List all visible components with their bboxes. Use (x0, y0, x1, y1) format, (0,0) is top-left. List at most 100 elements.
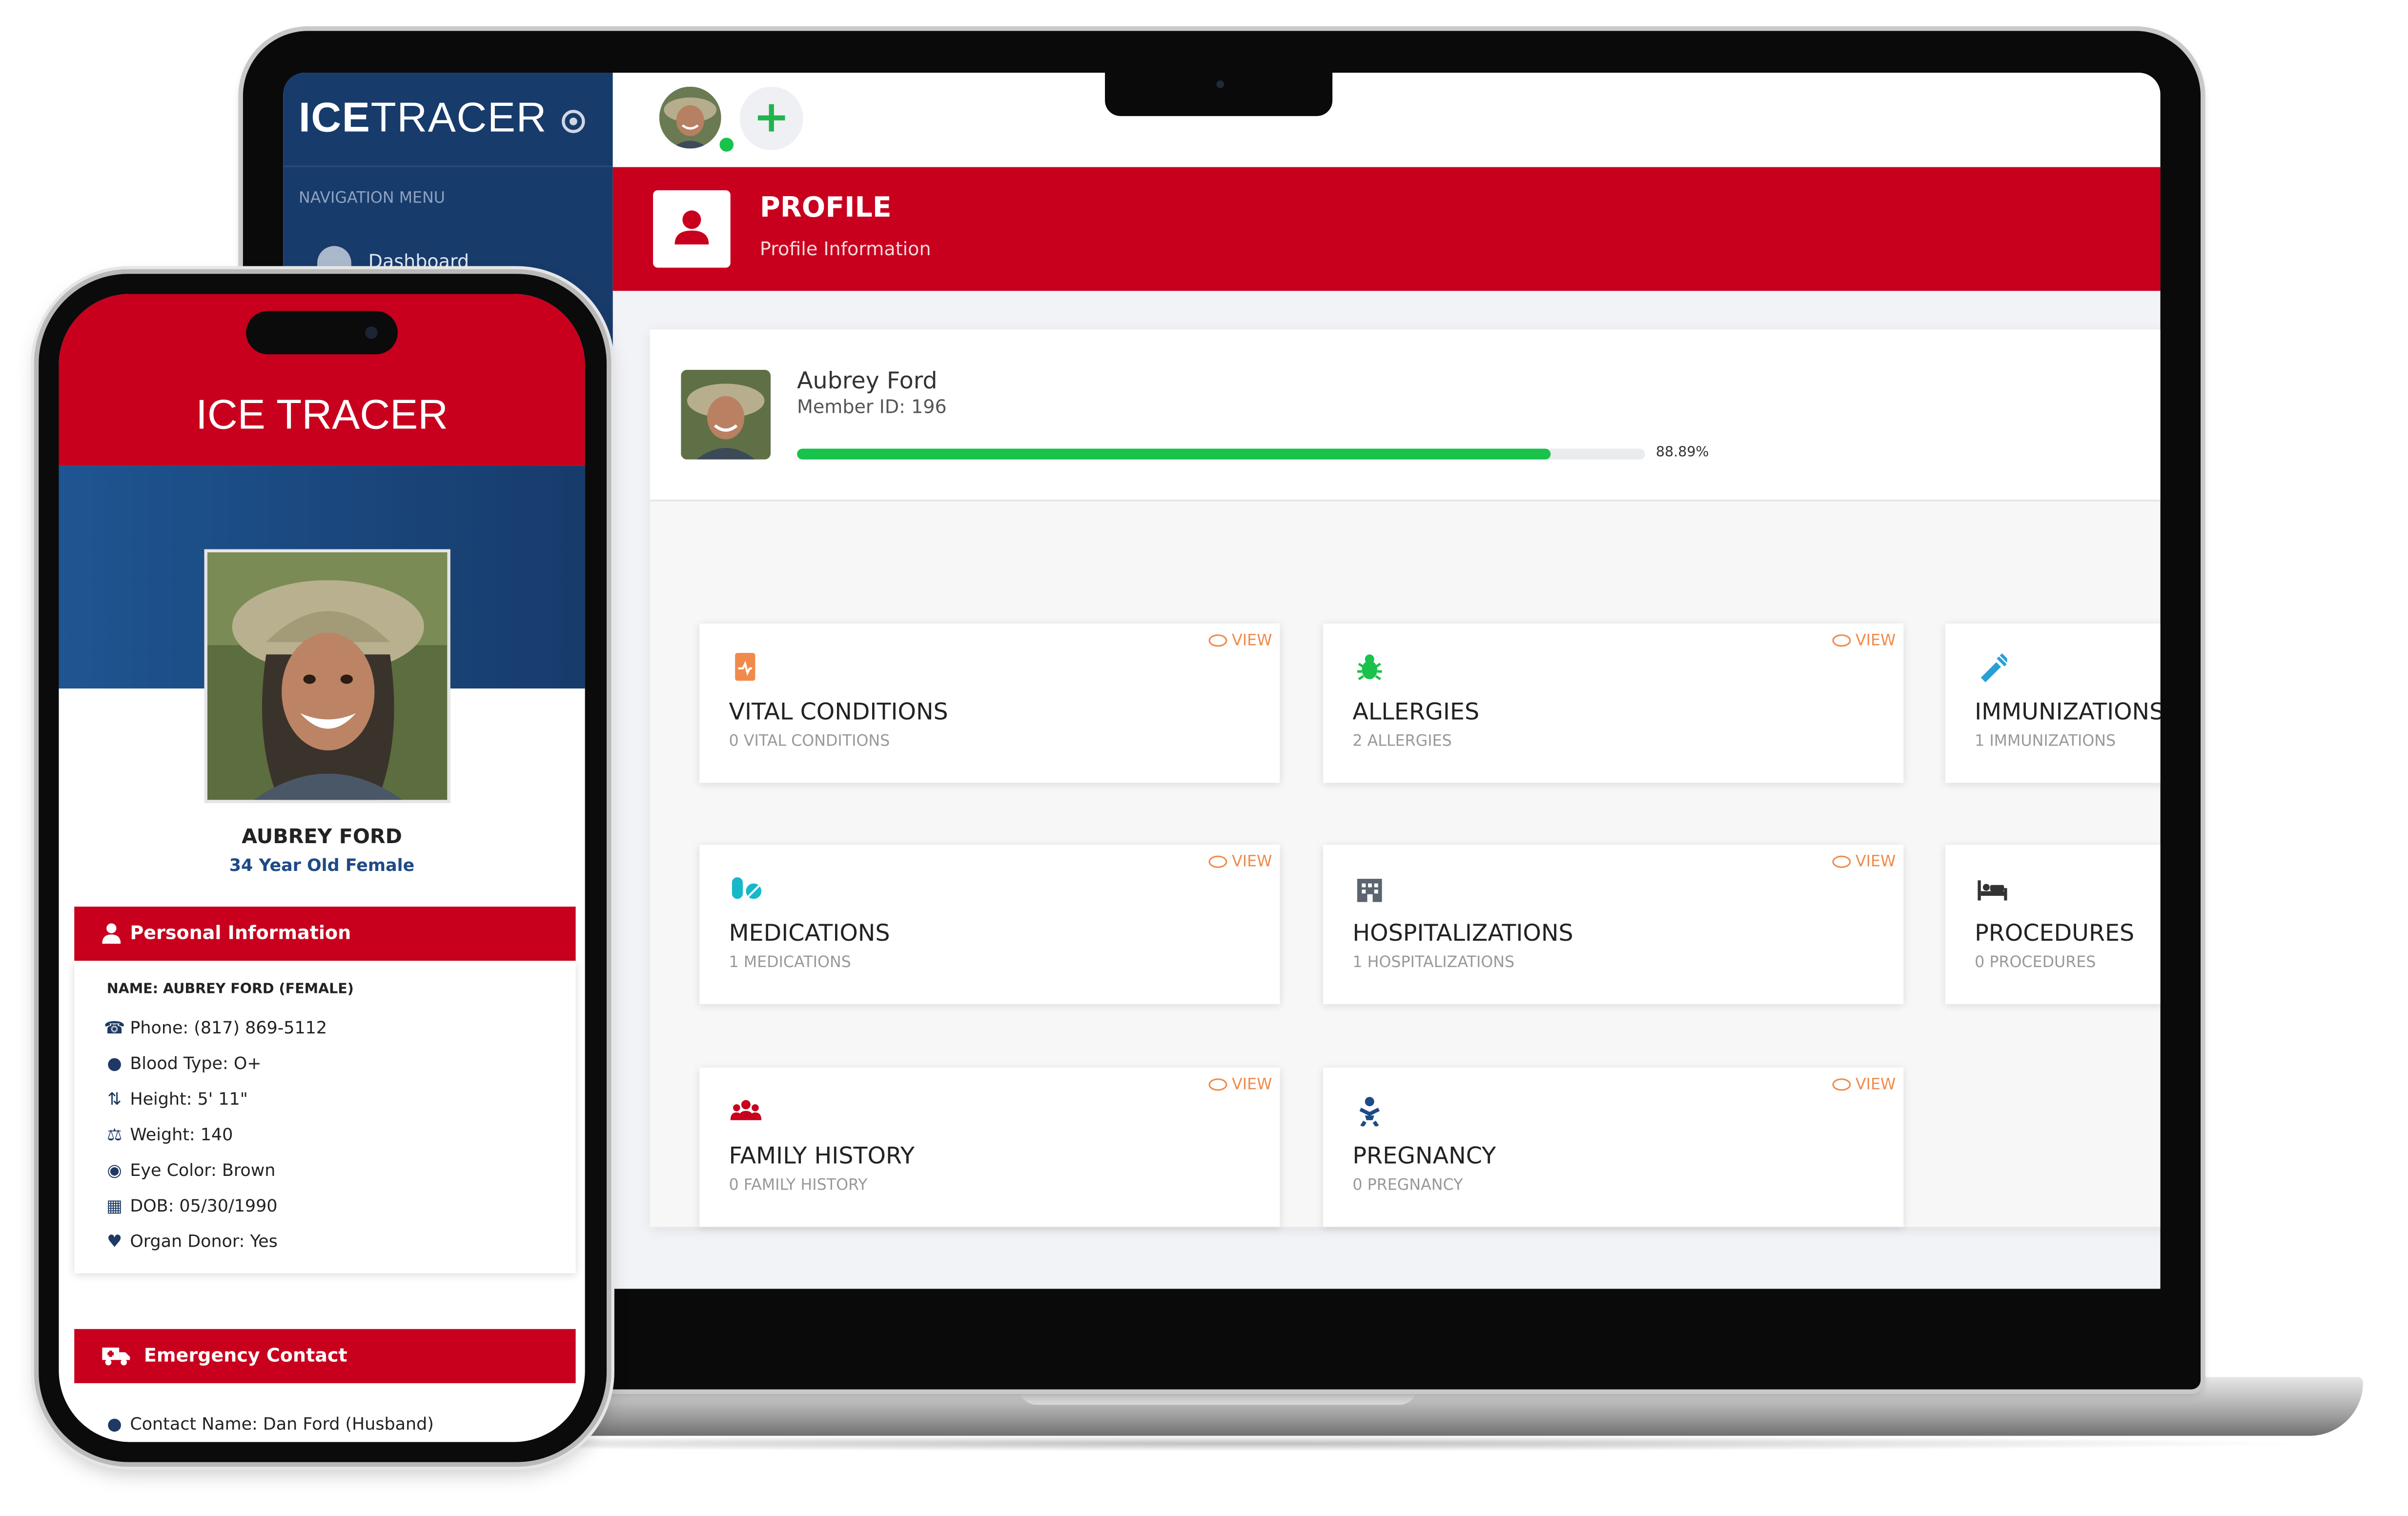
eye-icon: ◉ (107, 1160, 122, 1181)
tile-count: 0 FAMILY HISTORY (729, 1177, 868, 1194)
category-tile-hospitalizations[interactable]: VIEW HOSPITALIZATIONS 1 HOSPITALIZATIONS (1323, 845, 1904, 1004)
profile-completion-bar (797, 448, 1645, 460)
tile-count: 1 IMMUNIZATIONS (1975, 733, 2116, 750)
tile-count: 0 PROCEDURES (1975, 954, 2096, 972)
view-link[interactable]: VIEW (1832, 633, 1896, 650)
info-dob-text: DOB: 05/30/1990 (130, 1196, 278, 1216)
category-tile-vital-conditions[interactable]: VIEW VITAL CONDITIONS 0 VITAL CONDITIONS (699, 623, 1280, 783)
info-eye-text: Eye Color: Brown (130, 1160, 276, 1181)
view-link[interactable]: VIEW (1208, 854, 1272, 871)
view-link-label: VIEW (1232, 632, 1272, 650)
emergency-contact-card: ● Contact Name: Dan Ford (Husband) (74, 1386, 576, 1442)
pills-icon (732, 877, 762, 899)
tile-title: FAMILY HISTORY (729, 1142, 915, 1170)
laptop-notch (1105, 68, 1333, 116)
personal-information-header[interactable]: Personal Information (74, 907, 576, 961)
view-link[interactable]: VIEW (1832, 1077, 1896, 1094)
info-row-organ-donor: ♥ Organ Donor: Yes (103, 1232, 278, 1252)
profile-completion-fill (797, 448, 1551, 460)
eye-icon (1832, 634, 1851, 647)
laptop-camera (1216, 80, 1224, 88)
profile-card: Aubrey Ford Member ID: 196 88.89% VIEW VI… (650, 329, 2161, 1227)
hospital-icon (1357, 879, 1382, 902)
eye-icon (1208, 1078, 1227, 1091)
personal-information-card: NAME: AUBREY FORD (FEMALE) ☎ Phone: (817)… (74, 961, 576, 1273)
category-tile-medications[interactable]: VIEW MEDICATIONS 1 MEDICATIONS (699, 845, 1280, 1004)
user-icon: ● (107, 1414, 122, 1435)
info-row-height: ⇅ Height: 5' 11" (103, 1089, 248, 1110)
eye-icon (1208, 855, 1227, 868)
phone-member-name: AUBREY FORD (242, 826, 402, 849)
profile-photo-image (681, 369, 771, 460)
tile-title: HOSPITALIZATIONS (1352, 919, 1573, 947)
info-row-dob: ▦ DOB: 05/30/1990 (103, 1196, 277, 1216)
contact-name-text: Contact Name: Dan Ford (Husband) (130, 1414, 434, 1435)
users-icon (730, 1100, 762, 1120)
view-link-label: VIEW (1855, 854, 1896, 871)
baby-icon (1359, 1097, 1380, 1127)
tile-count: 1 HOSPITALIZATIONS (1352, 954, 1515, 972)
calendar-icon: ▦ (106, 1196, 123, 1216)
info-organ-donor-text: Organ Donor: Yes (130, 1232, 278, 1252)
emergency-contact-header[interactable]: Emergency Contact (74, 1329, 576, 1383)
profile-completion-percent: 88.89% (1655, 445, 1709, 461)
tile-title: VITAL CONDITIONS (729, 698, 948, 726)
tile-title: MEDICATIONS (729, 919, 890, 947)
tile-count: 2 ALLERGIES (1352, 733, 1452, 750)
tile-title: PROCEDURES (1975, 919, 2135, 947)
user-icon (102, 923, 121, 944)
info-blood-text: Blood Type: O+ (130, 1053, 262, 1074)
blood-drop-icon: ● (107, 1053, 122, 1074)
phone-screen: ICE TRACER AUBREY FORD 34 Year Old Femal… (59, 294, 585, 1442)
view-link-label: VIEW (1232, 854, 1272, 871)
phone-icon: ☎ (103, 1018, 125, 1038)
tile-count: 0 PREGNANCY (1352, 1177, 1463, 1194)
tile-count: 0 VITAL CONDITIONS (729, 733, 890, 750)
tile-title: ALLERGIES (1352, 698, 1480, 726)
info-weight-text: Weight: 140 (130, 1125, 233, 1145)
info-row-eye: ◉ Eye Color: Brown (103, 1160, 275, 1180)
phone-age-gender: 34 Year Old Female (229, 855, 415, 876)
info-row-weight: ⚖ Weight: 140 (103, 1125, 233, 1145)
category-tile-pregnancy[interactable]: VIEW PREGNANCY 0 PREGNANCY (1323, 1067, 1904, 1227)
view-link[interactable]: VIEW (1208, 1077, 1272, 1094)
phone-profile-photo (204, 549, 450, 803)
view-link-label: VIEW (1855, 632, 1896, 650)
ambulance-icon (102, 1347, 130, 1366)
info-row-phone[interactable]: ☎ Phone: (817) 869-5112 (103, 1018, 327, 1038)
height-icon: ⇅ (107, 1089, 122, 1110)
category-tile-family-history[interactable]: VIEW FAMILY HISTORY 0 FAMILY HISTORY (699, 1067, 1280, 1227)
bug-icon (1357, 654, 1382, 681)
category-tile-allergies[interactable]: VIEW ALLERGIES 2 ALLERGIES (1323, 623, 1904, 783)
bed-icon (1978, 880, 2007, 901)
info-full-name: NAME: AUBREY FORD (FEMALE) (106, 982, 354, 998)
info-height-text: Height: 5' 11" (130, 1089, 248, 1110)
phone-camera (365, 326, 378, 339)
eye-icon (1208, 634, 1227, 647)
member-name: Aubrey Ford (797, 366, 938, 395)
category-tile-procedures[interactable]: VIEWPROCEDURES0 PROCEDURES (1945, 845, 2161, 1004)
category-tile-immunizations[interactable]: VIEWIMMUNIZATIONS1 IMMUNIZATIONS (1945, 623, 2161, 783)
phone-logo: ICE TRACER (196, 391, 449, 438)
tile-title: IMMUNIZATIONS (1975, 698, 2161, 726)
syringe-icon (1980, 653, 2007, 683)
eye-icon (1832, 1078, 1851, 1091)
view-link-label: VIEW (1232, 1076, 1272, 1094)
personal-information-title: Personal Information (130, 922, 351, 944)
view-link[interactable]: VIEW (1208, 633, 1272, 650)
emergency-contact-title: Emergency Contact (143, 1344, 347, 1366)
file-heartbeat-icon (735, 653, 755, 681)
view-link[interactable]: VIEW (1832, 854, 1896, 871)
weight-scale-icon: ⚖ (106, 1125, 122, 1145)
eye-icon (1832, 855, 1851, 868)
member-id: Member ID: 196 (797, 396, 947, 418)
profile-photo (681, 369, 771, 460)
contact-name-row[interactable]: ● Contact Name: Dan Ford (Husband) (103, 1414, 434, 1435)
organ-donor-hand-icon: ♥ (106, 1232, 122, 1252)
tile-count: 1 MEDICATIONS (729, 954, 851, 972)
phone-profile-photo-image (207, 552, 448, 800)
profile-summary: Aubrey Ford Member ID: 196 88.89% (650, 329, 2161, 502)
view-link-label: VIEW (1855, 1076, 1896, 1094)
info-row-blood: ● Blood Type: O+ (103, 1053, 261, 1073)
info-phone-text: Phone: (817) 869-5112 (130, 1018, 327, 1038)
